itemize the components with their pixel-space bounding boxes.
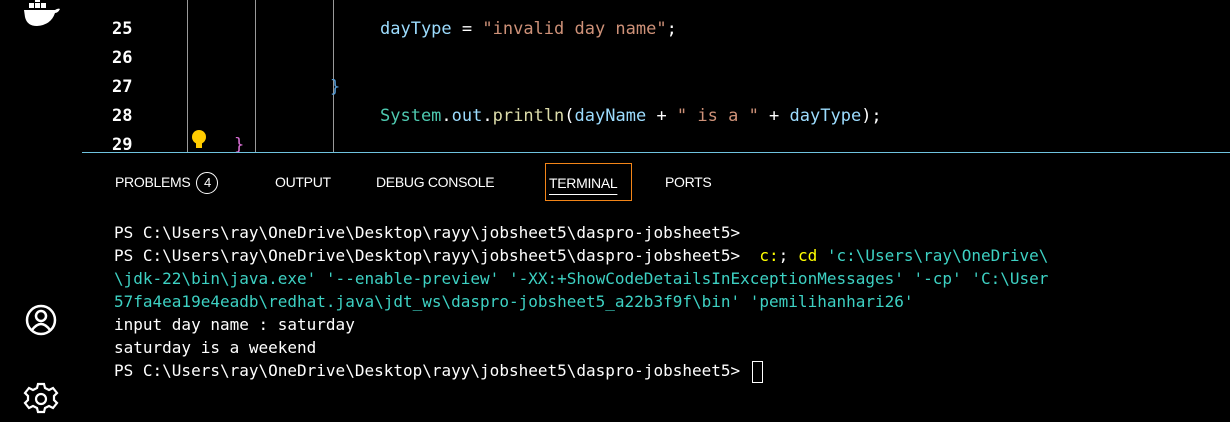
- tab-ports[interactable]: PORTS: [665, 163, 712, 201]
- line-number: 28: [112, 106, 133, 126]
- code-line: 27 }: [82, 73, 1230, 101]
- prompt-text: PS C:\Users\ray\OneDrive\Desktop\rayy\jo…: [114, 246, 741, 265]
- tab-label: TERMINAL: [549, 175, 618, 191]
- tab-label: PORTS: [665, 174, 712, 190]
- code-token: +: [758, 106, 790, 126]
- code-line: 25 dayType = "invalid day name";: [82, 15, 1230, 43]
- code-token: dayType: [380, 19, 452, 39]
- terminal-line: PS C:\Users\ray\OneDrive\Desktop\rayy\jo…: [114, 223, 741, 242]
- argument-text: 'c:\Users\ray\OneDrive\: [817, 246, 1049, 265]
- terminal[interactable]: PS C:\Users\ray\OneDrive\Desktop\rayy\jo…: [82, 215, 1230, 417]
- tab-debug-console[interactable]: DEBUG CONSOLE: [376, 163, 495, 201]
- prompt-text: PS C:\Users\ray\OneDrive\Desktop\rayy\jo…: [114, 361, 750, 380]
- panel-tabs: PROBLEMS 4 OUTPUT DEBUG CONSOLE TERMINAL …: [82, 153, 1230, 215]
- tab-label: PROBLEMS: [115, 174, 191, 190]
- code-token: System: [380, 106, 442, 126]
- code-line: 26: [82, 44, 1230, 72]
- tab-label: OUTPUT: [275, 174, 331, 190]
- code-token: ;: [666, 19, 677, 39]
- tab-problems[interactable]: PROBLEMS 4: [115, 163, 219, 201]
- line-number: 25: [112, 19, 133, 39]
- bottom-panel: PROBLEMS 4 OUTPUT DEBUG CONSOLE TERMINAL …: [82, 152, 1230, 417]
- code-token: " is a ": [676, 106, 759, 126]
- docker-icon[interactable]: [18, 0, 64, 38]
- terminal-line: PS C:\Users\ray\OneDrive\Desktop\rayy\jo…: [114, 244, 1048, 267]
- code-token: =: [451, 19, 483, 39]
- line-number: 27: [112, 77, 133, 97]
- code-token: out: [451, 106, 483, 126]
- terminal-line: \jdk-22\bin\java.exe' '--enable-preview'…: [114, 269, 1049, 288]
- code-text: dayType = "invalid day name";: [380, 15, 677, 43]
- code-token: "invalid day name": [482, 19, 667, 39]
- terminal-line: 57fa4ea19e4eadb\redhat.java\jdt_ws\daspr…: [114, 292, 914, 311]
- activity-bar: [0, 0, 83, 416]
- terminal-cursor: [751, 360, 763, 383]
- code-token: dayName: [574, 106, 647, 126]
- code-token: .: [441, 106, 452, 126]
- tab-label: DEBUG CONSOLE: [376, 174, 495, 190]
- code-line: 29 }: [82, 129, 1230, 152]
- lightbulb-icon[interactable]: [190, 129, 208, 152]
- command-text: cd: [797, 246, 818, 265]
- problems-count-badge: 4: [196, 172, 219, 195]
- terminal-line: saturday is a weekend: [114, 338, 317, 357]
- line-number: 26: [112, 48, 133, 68]
- code-token: dayType: [789, 106, 862, 126]
- code-text: }: [330, 73, 340, 101]
- code-token: println: [492, 106, 565, 126]
- code-token: }: [234, 135, 245, 152]
- code-line: 28 System.out.println(dayName + " is a "…: [82, 102, 1230, 130]
- accounts-icon[interactable]: [18, 297, 64, 343]
- terminal-line: input day name : saturday: [114, 315, 355, 334]
- command-text: c:: [759, 246, 779, 265]
- terminal-line: PS C:\Users\ray\OneDrive\Desktop\rayy\jo…: [114, 359, 763, 383]
- code-token: );: [861, 106, 882, 126]
- settings-gear-icon[interactable]: [18, 376, 64, 422]
- line-number: 29: [112, 135, 133, 152]
- code-token: +: [646, 106, 677, 126]
- code-text: System.out.println(dayName + " is a " + …: [380, 102, 882, 130]
- code-text: }: [234, 131, 244, 152]
- separator-text: ;: [778, 246, 798, 265]
- code-token: }: [330, 77, 341, 97]
- code-editor[interactable]: 25 dayType = "invalid day name"; 26 27 }…: [82, 0, 1230, 152]
- code-token: (: [564, 106, 575, 126]
- tab-output[interactable]: OUTPUT: [275, 163, 331, 201]
- code-token: .: [482, 106, 493, 126]
- tab-terminal[interactable]: TERMINAL: [545, 163, 632, 201]
